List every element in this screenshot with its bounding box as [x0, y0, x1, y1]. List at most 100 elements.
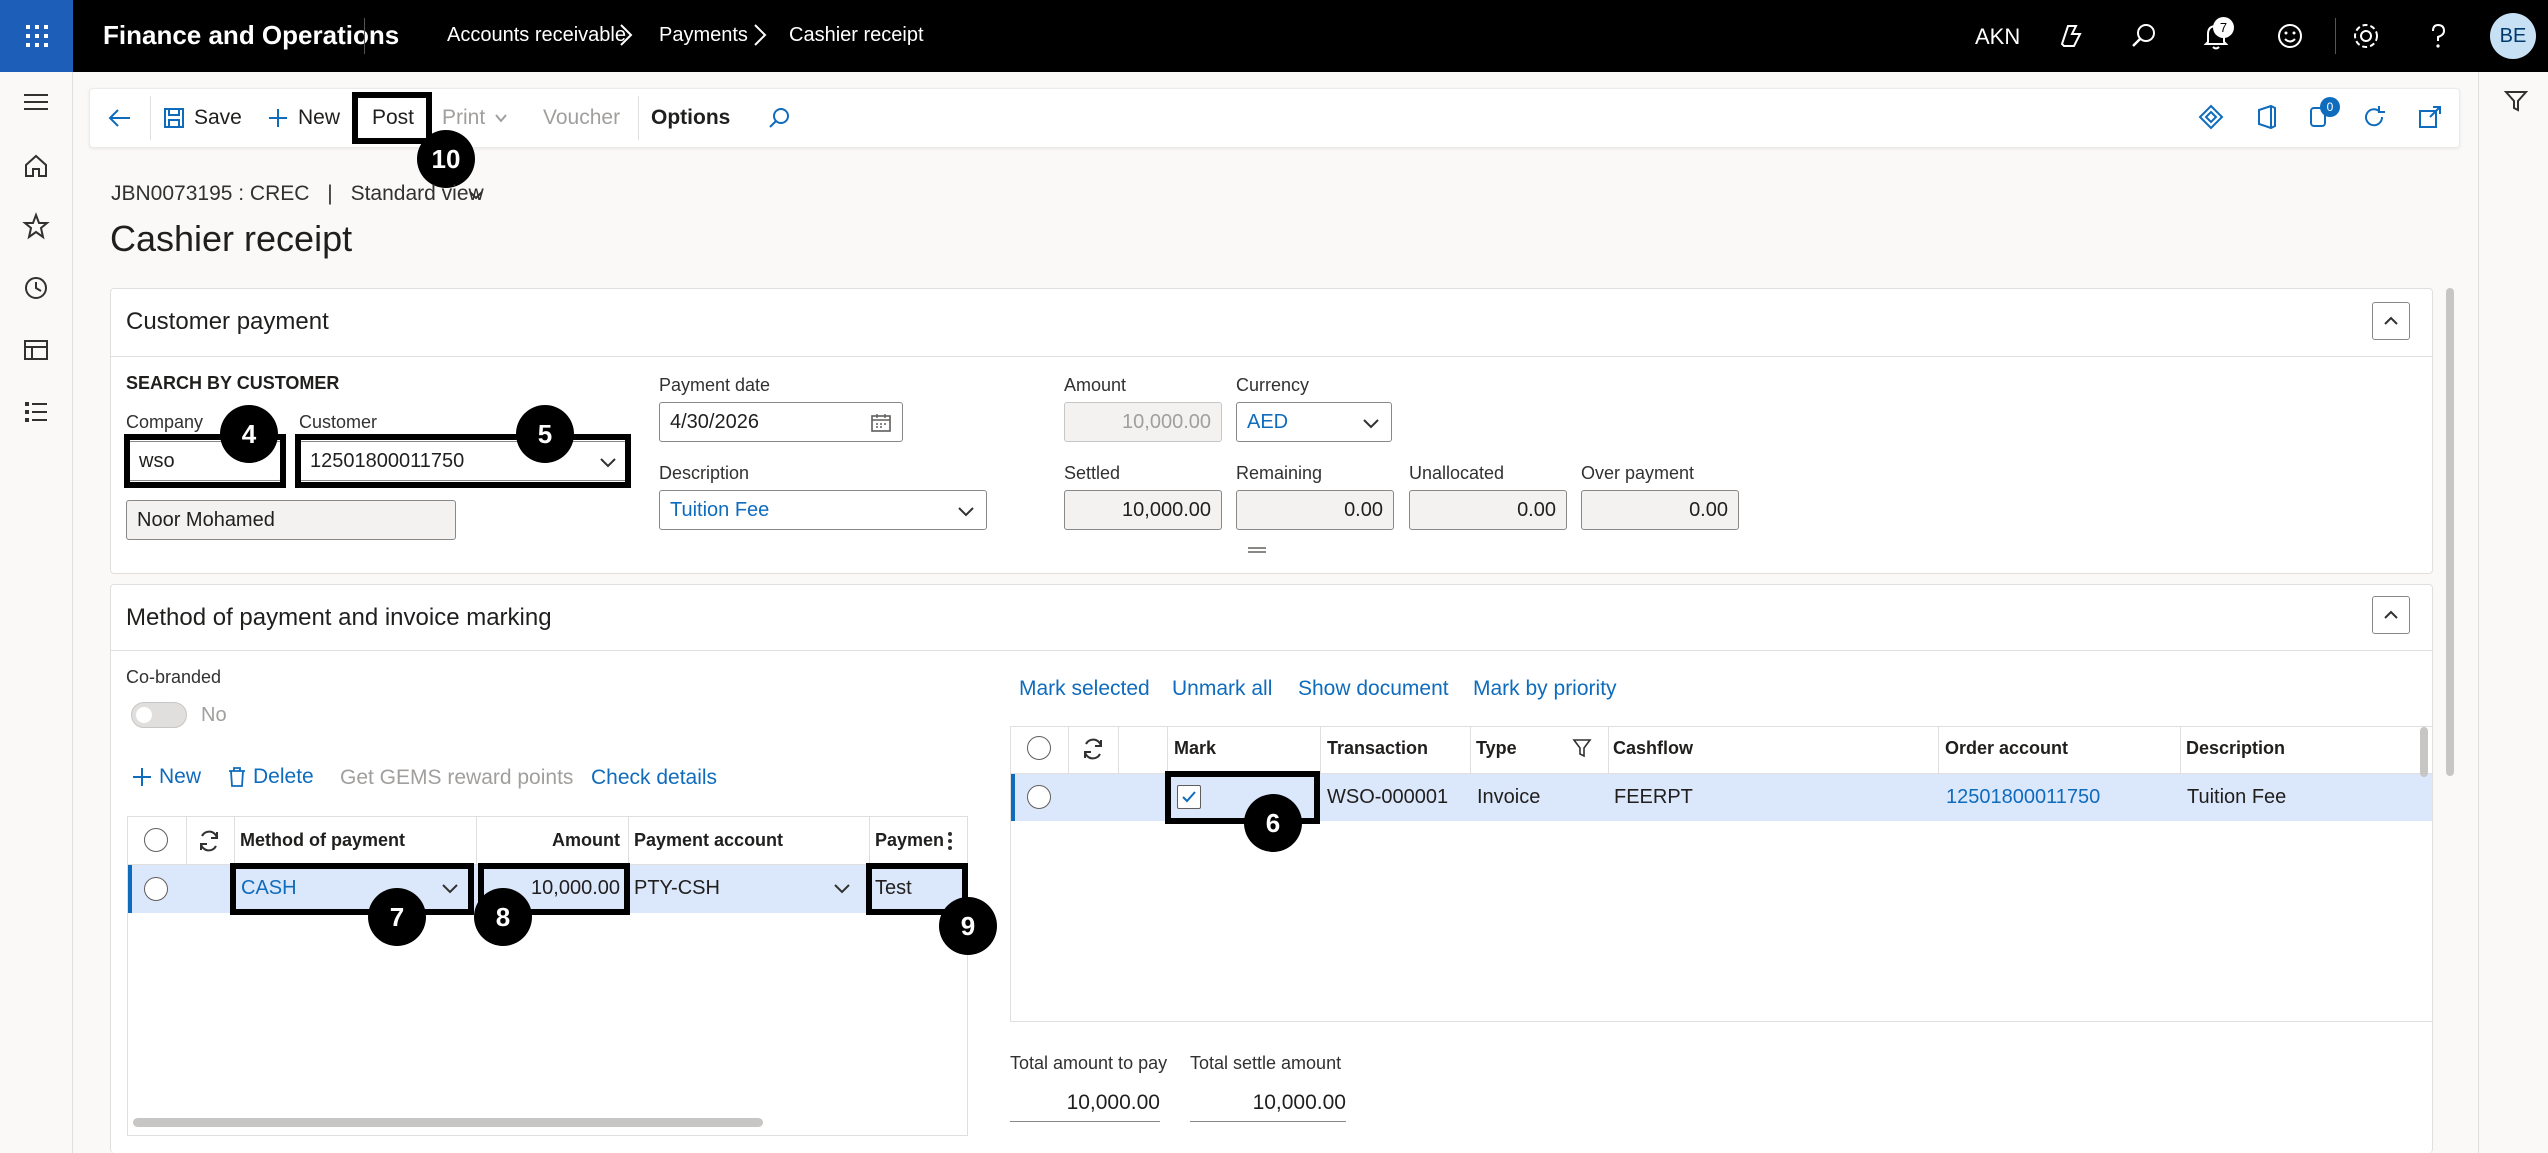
breadcrumb-payments[interactable]: Payments [659, 24, 748, 47]
column-header-cashflow[interactable]: Cashflow [1613, 738, 1693, 759]
column-header-payment[interactable]: Paymen [875, 830, 944, 851]
office-icon[interactable] [2253, 103, 2281, 131]
currency-label: Currency [1236, 375, 1310, 395]
horizontal-scrollbar[interactable] [133, 1118, 763, 1127]
unmark-all-button[interactable]: Unmark all [1172, 677, 1272, 701]
collapse-customer-payment-button[interactable] [2372, 302, 2410, 340]
mark-by-priority-button[interactable]: Mark by priority [1473, 677, 1617, 701]
new-line-label: New [159, 765, 202, 788]
order-account-link[interactable]: 12501800011750 [1946, 786, 2100, 809]
open-in-new-window-icon[interactable] [2416, 103, 2444, 131]
delete-label: Delete [253, 765, 314, 788]
filter-icon[interactable] [1572, 737, 1592, 759]
selected-row-indicator [128, 865, 132, 913]
description-field[interactable]: Tuition Fee [659, 490, 987, 530]
delete-payment-line-button[interactable]: Delete [227, 765, 314, 789]
power-apps-icon[interactable] [2197, 103, 2225, 131]
customer-highlight-box [295, 434, 631, 488]
check-details-button[interactable]: Check details [591, 766, 717, 790]
chevron-down-icon[interactable] [467, 186, 485, 204]
payment-account-cell[interactable]: PTY-CSH [634, 877, 720, 900]
section-title-method-of-payment[interactable]: Method of payment and invoice marking [126, 604, 552, 632]
gear-icon[interactable] [2350, 20, 2382, 52]
resize-handle-icon[interactable] [1248, 547, 1266, 553]
description-label: Description [659, 463, 750, 483]
column-header-payment-account[interactable]: Payment account [634, 830, 783, 851]
column-header-type[interactable]: Type [1476, 738, 1517, 759]
overpayment-field: 0.00 [1581, 490, 1739, 530]
app-launcher-button[interactable] [0, 0, 73, 72]
cashflow-cell[interactable]: FEERPT [1614, 786, 1693, 809]
view-selector[interactable]: Standard view [351, 182, 484, 205]
co-branded-toggle[interactable] [131, 702, 187, 728]
select-all-radio[interactable] [1027, 736, 1051, 760]
back-arrow-icon[interactable] [106, 104, 134, 132]
search-icon[interactable] [766, 105, 792, 131]
notification-count-badge: 7 [2213, 17, 2234, 38]
search-icon[interactable] [2128, 20, 2160, 52]
column-header-amount[interactable]: Amount [552, 830, 620, 851]
column-header-method[interactable]: Method of payment [240, 830, 405, 851]
callout-7: 7 [368, 888, 426, 946]
chevron-down-icon[interactable] [832, 878, 852, 898]
hamburger-menu-icon[interactable] [22, 90, 50, 114]
co-branded-value: No [201, 704, 227, 726]
select-all-radio[interactable] [144, 828, 168, 852]
grid-scrollbar[interactable] [2420, 727, 2428, 777]
more-options-icon[interactable] [944, 828, 956, 854]
workspaces-icon[interactable] [22, 336, 50, 364]
currency-field[interactable]: AED [1236, 402, 1392, 442]
column-header-order-account[interactable]: Order account [1945, 738, 2068, 759]
calendar-icon[interactable] [870, 413, 892, 433]
help-icon[interactable] [2422, 20, 2454, 52]
row-select-radio[interactable] [1027, 785, 1051, 809]
waffle-icon [25, 25, 48, 47]
print-menu-button[interactable]: Print [442, 106, 509, 130]
show-document-button[interactable]: Show document [1298, 677, 1449, 701]
type-cell[interactable]: Invoice [1477, 786, 1540, 809]
get-gems-reward-points-button[interactable]: Get GEMS reward points [340, 766, 573, 790]
options-tab[interactable]: Options [651, 106, 730, 130]
post-highlight-box [352, 92, 432, 144]
new-button[interactable]: New [266, 106, 340, 130]
app-title[interactable]: Finance and Operations [103, 20, 399, 51]
separator: | [327, 182, 333, 205]
collapse-method-section-button[interactable] [2372, 596, 2410, 634]
section-title-customer-payment[interactable]: Customer payment [126, 308, 329, 336]
favorites-star-icon[interactable] [22, 212, 50, 240]
filter-icon[interactable] [2503, 88, 2529, 114]
column-header-description[interactable]: Description [2186, 738, 2285, 759]
remaining-label: Remaining [1236, 463, 1323, 483]
description-cell[interactable]: Tuition Fee [2187, 786, 2286, 809]
record-identifier: JBN0073195 : CREC | Standard view [111, 182, 484, 206]
transaction-cell[interactable]: WSO-000001 [1327, 786, 1448, 809]
refresh-icon[interactable] [1080, 736, 1106, 762]
save-button[interactable]: Save [162, 106, 242, 130]
breadcrumb-accounts-receivable[interactable]: Accounts receivable [447, 24, 626, 47]
refresh-icon[interactable] [196, 828, 222, 854]
column-header-transaction[interactable]: Transaction [1327, 738, 1428, 759]
user-avatar[interactable]: BE [2490, 13, 2536, 59]
page-scrollbar[interactable] [2446, 288, 2454, 776]
voucher-button[interactable]: Voucher [543, 106, 620, 130]
currency-value: AED [1247, 411, 1289, 433]
divider [2335, 18, 2336, 54]
chevron-down-icon [1363, 419, 1379, 429]
column-header-mark[interactable]: Mark [1174, 738, 1216, 759]
row-select-radio[interactable] [144, 877, 168, 901]
add-payment-line-button[interactable]: New [131, 765, 201, 789]
voucher-label: Voucher [543, 106, 621, 129]
payment-date-field[interactable]: 4/30/2026 [659, 402, 903, 442]
mark-selected-button[interactable]: Mark selected [1019, 677, 1150, 701]
home-icon[interactable] [22, 152, 50, 180]
breadcrumb-cashier-receipt[interactable]: Cashier receipt [789, 24, 924, 47]
total-settle-amount-value: 10,000.00 [1190, 1091, 1346, 1122]
copilot-icon[interactable] [2054, 20, 2086, 52]
right-rail [2478, 72, 2548, 1153]
recent-clock-icon[interactable] [22, 274, 50, 302]
company-picker[interactable]: AKN [1975, 24, 2020, 50]
modules-list-icon[interactable] [22, 398, 50, 426]
feedback-smiley-icon[interactable] [2274, 20, 2306, 52]
chevron-down-icon [495, 114, 507, 123]
refresh-icon[interactable] [2360, 103, 2388, 131]
